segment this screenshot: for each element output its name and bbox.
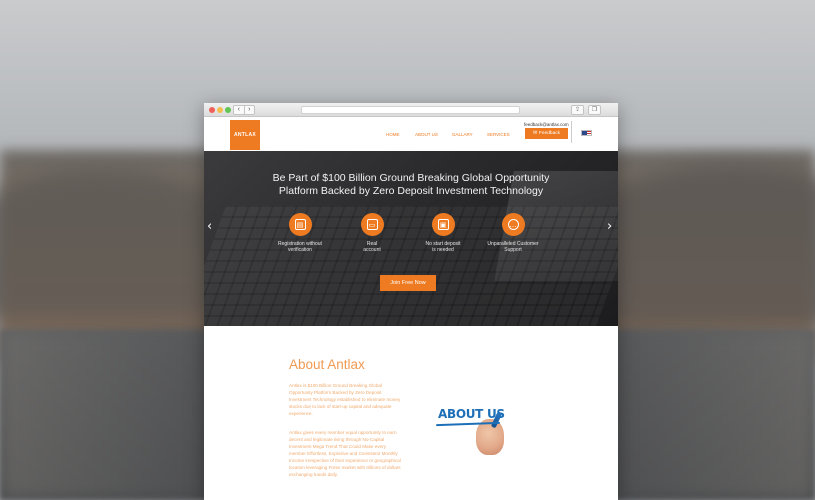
close-window-button[interactable] — [209, 107, 215, 113]
browser-toolbar: ‹ › ⇪ ❐ — [204, 103, 618, 117]
about-paragraph-1: Antlax is $100 Billion Ground Breaking G… — [289, 383, 401, 416]
feature-real-account: ▭ Real account — [337, 213, 407, 253]
nav-home[interactable]: HOME — [386, 132, 400, 137]
about-us-illustration: ABOUT US — [435, 404, 516, 459]
feature-label-line: is needed — [432, 247, 454, 253]
join-free-button[interactable]: Join Free Now — [380, 275, 436, 291]
feedback-label: Feedback — [538, 131, 561, 136]
clipboard-icon: ▤ — [288, 213, 312, 236]
site-logo[interactable]: ANTLAX — [230, 120, 260, 150]
slider-next-icon[interactable]: › — [607, 219, 612, 234]
forward-icon[interactable]: › — [245, 106, 255, 114]
nav-gallery[interactable]: GALLARY — [452, 132, 473, 137]
hero-title-line-1: Be Part of $100 Billion Ground Breaking … — [272, 172, 550, 184]
nav-services[interactable]: SERVICES — [487, 132, 510, 137]
slider-prev-icon[interactable]: ‹ — [207, 219, 212, 234]
envelope-icon: ✉ — [532, 131, 537, 136]
chat-icon: … — [501, 213, 525, 236]
back-icon[interactable]: ‹ — [234, 106, 245, 114]
history-nav: ‹ › — [233, 105, 255, 115]
feature-label: Real account — [337, 241, 407, 253]
hero-slider: Be Part of $100 Billion Ground Breaking … — [204, 151, 618, 326]
hero-title: Be Part of $100 Billion Ground Breaking … — [204, 172, 618, 198]
feature-registration: ▤ Registration without verification — [265, 213, 335, 253]
wallet-icon: ▣ — [431, 213, 455, 236]
site-header: ANTLAX HOME ABOUT US GALLARY SERVICES fe… — [204, 117, 618, 151]
address-bar[interactable] — [301, 106, 520, 114]
browser-window: ‹ › ⇪ ❐ ANTLAX HOME ABOUT US GALLARY SER… — [204, 103, 618, 500]
feature-label-line: Support — [504, 247, 522, 253]
hero-title-line-2: Platform Backed by Zero Deposit Investme… — [278, 185, 544, 197]
feature-label-line: verification — [288, 247, 312, 253]
us-flag-icon[interactable] — [581, 130, 592, 136]
feature-label: No start deposit is needed — [408, 241, 478, 253]
nav-about-us[interactable]: ABOUT US — [415, 132, 438, 137]
briefcase-icon: ▭ — [360, 213, 384, 236]
feature-label-line: account — [363, 247, 381, 253]
feature-no-deposit: ▣ No start deposit is needed — [408, 213, 478, 253]
feature-support: … Unparalleled Customer Support — [478, 213, 548, 253]
share-icon[interactable]: ⇪ — [571, 105, 584, 115]
about-section: About Antlax Antlax is $100 Billion Grou… — [204, 326, 618, 500]
feedback-email[interactable]: feedback@antlax.com — [524, 122, 569, 127]
minimize-window-button[interactable] — [217, 107, 223, 113]
tabs-icon[interactable]: ❐ — [588, 105, 601, 115]
about-us-handwritten-text: ABOUT US — [438, 407, 505, 421]
about-title: About Antlax — [289, 357, 365, 372]
feature-label: Unparalleled Customer Support — [478, 241, 548, 253]
about-paragraph-2: Antlax gives every member equal opportun… — [289, 430, 401, 477]
feature-label: Registration without verification — [265, 241, 335, 253]
feedback-button[interactable]: ✉ Feedback — [525, 128, 568, 139]
maximize-window-button[interactable] — [225, 107, 231, 113]
header-divider — [571, 121, 572, 143]
